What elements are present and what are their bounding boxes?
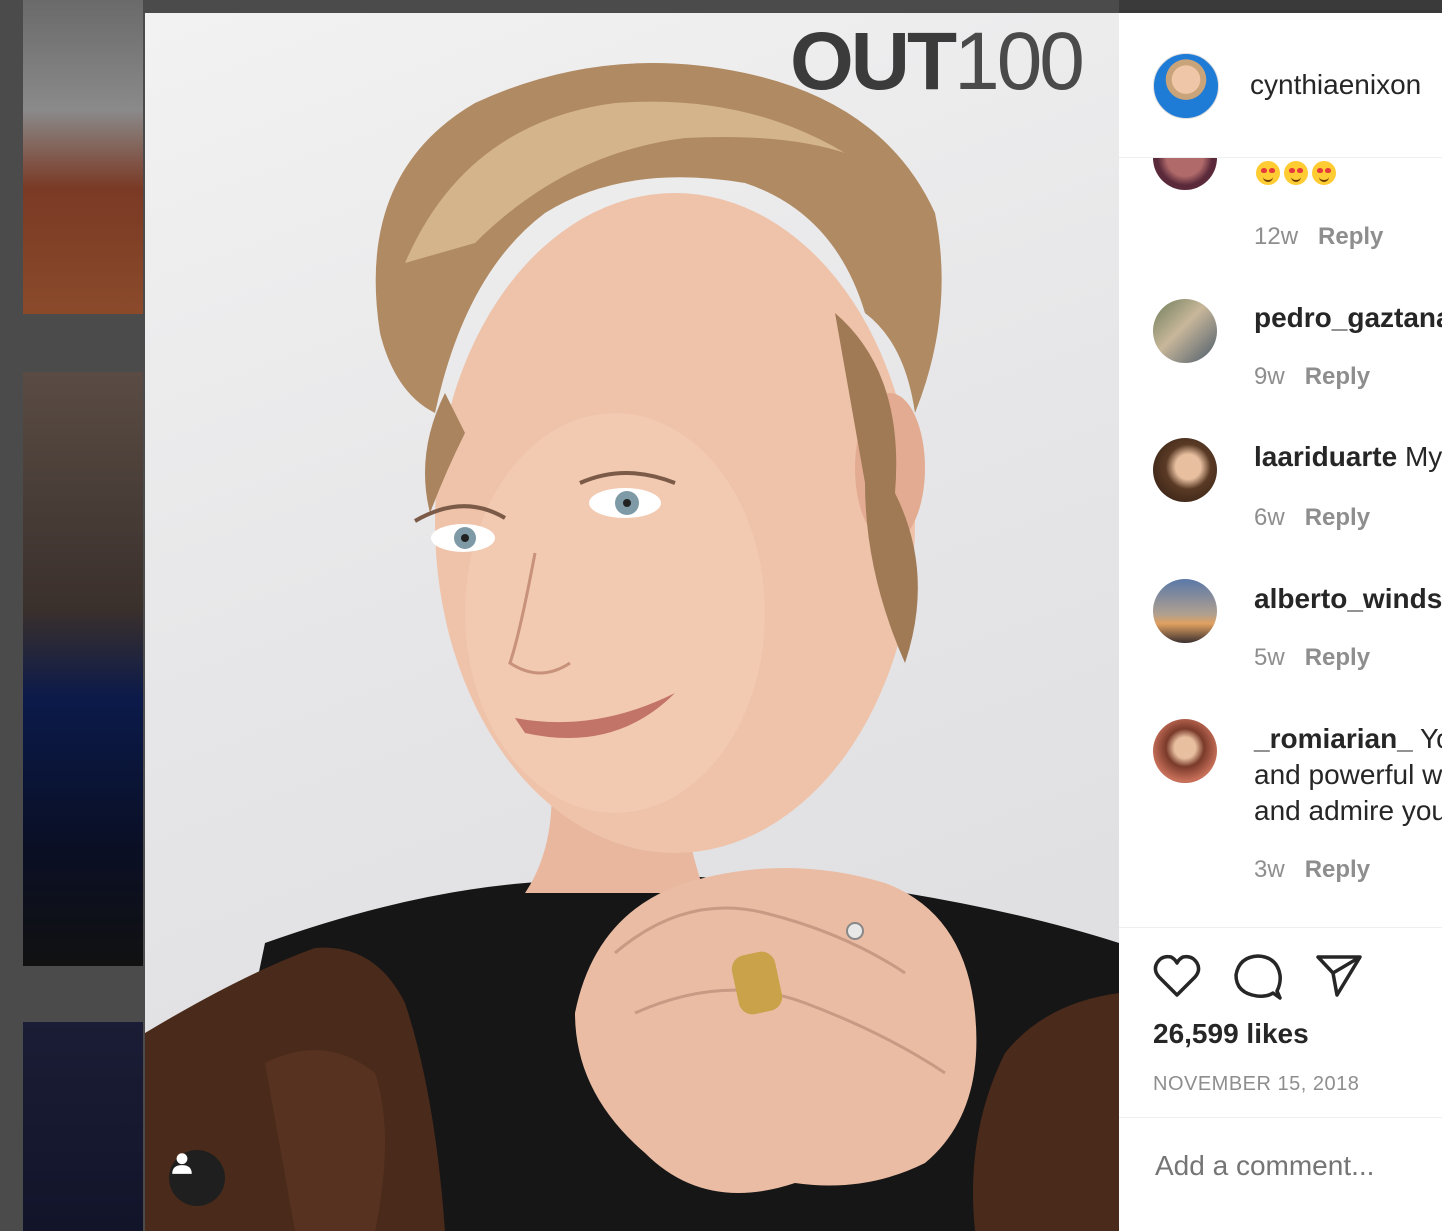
comment-age: 9w	[1254, 363, 1285, 390]
user-icon	[172, 1153, 192, 1174]
comment-age: 12w	[1254, 223, 1299, 250]
post-header: cynthiaenixon	[1119, 13, 1442, 158]
comment-meta: 9w Reply	[1254, 363, 1370, 391]
background-profile-tile[interactable]	[23, 0, 143, 314]
commenter-avatar[interactable]	[1153, 299, 1217, 363]
comment-input[interactable]	[1153, 1149, 1427, 1183]
tagged-users-button[interactable]	[169, 1150, 225, 1206]
comment-username[interactable]: laariduarte	[1254, 441, 1397, 472]
commenter-avatar[interactable]	[1153, 579, 1217, 643]
comment-body: Yo	[1420, 723, 1442, 754]
comment-meta: 5w Reply	[1254, 644, 1370, 672]
background-profile-tile[interactable]	[23, 372, 143, 966]
background-strip	[1119, 0, 1442, 14]
comment-emojis	[1256, 161, 1336, 185]
comment-age: 3w	[1254, 856, 1285, 883]
reply-button[interactable]: Reply	[1305, 644, 1370, 671]
comment-body: My	[1404, 441, 1442, 472]
comment-button[interactable]	[1233, 953, 1283, 1006]
comment-body-line: and powerful w	[1254, 759, 1442, 790]
actions-divider	[1119, 927, 1442, 929]
comment-age: 6w	[1254, 504, 1285, 531]
share-button[interactable]	[1315, 953, 1363, 1004]
comment-username[interactable]: _romiarian_	[1254, 723, 1413, 754]
comment-username[interactable]: alberto_windsu	[1254, 583, 1442, 614]
background-profile-tile[interactable]	[23, 1022, 143, 1231]
reply-button[interactable]: Reply	[1305, 856, 1370, 883]
heart-icon	[1153, 954, 1201, 997]
reply-button[interactable]: Reply	[1305, 504, 1370, 531]
heart-eyes-emoji-icon	[1312, 161, 1336, 185]
reply-button[interactable]: Reply	[1305, 363, 1370, 390]
heart-eyes-emoji-icon	[1284, 161, 1308, 185]
comment-text: pedro_gaztana	[1254, 300, 1442, 336]
author-username[interactable]: cynthiaenixon	[1250, 69, 1421, 101]
reply-button[interactable]: Reply	[1318, 223, 1383, 250]
comment-meta: 12w Reply	[1254, 223, 1383, 251]
author-avatar[interactable]	[1153, 53, 1219, 119]
portrait-illustration	[145, 63, 1119, 1231]
post-date[interactable]: NOVEMBER 15, 2018	[1153, 1073, 1359, 1096]
post-sidebar: cynthiaenixon 12w Reply pedro_gaztana 9w R…	[1119, 13, 1442, 1231]
like-button[interactable]	[1153, 953, 1201, 1004]
commenter-avatar[interactable]	[1153, 719, 1217, 783]
comment-meta: 3w Reply	[1254, 856, 1370, 884]
comment-body-line: and admire you	[1254, 795, 1442, 826]
comment-text: _romiarian_ Yo	[1254, 721, 1442, 757]
share-icon	[1316, 955, 1362, 997]
comment-username[interactable]: pedro_gaztana	[1254, 302, 1442, 333]
commenter-avatar[interactable]	[1153, 438, 1217, 502]
comment-icon	[1234, 954, 1282, 1000]
comment-age: 5w	[1254, 644, 1285, 671]
likes-count[interactable]: 26,599 likes	[1153, 1018, 1309, 1050]
out100-logo: OUT100	[790, 16, 1085, 107]
comment-meta: 6w Reply	[1254, 504, 1370, 532]
post-photo[interactable]: OUT100	[145, 13, 1119, 1231]
comment-text: laariduarte My	[1254, 439, 1442, 475]
comment-text: alberto_windsu	[1254, 581, 1442, 617]
heart-eyes-emoji-icon	[1256, 161, 1280, 185]
